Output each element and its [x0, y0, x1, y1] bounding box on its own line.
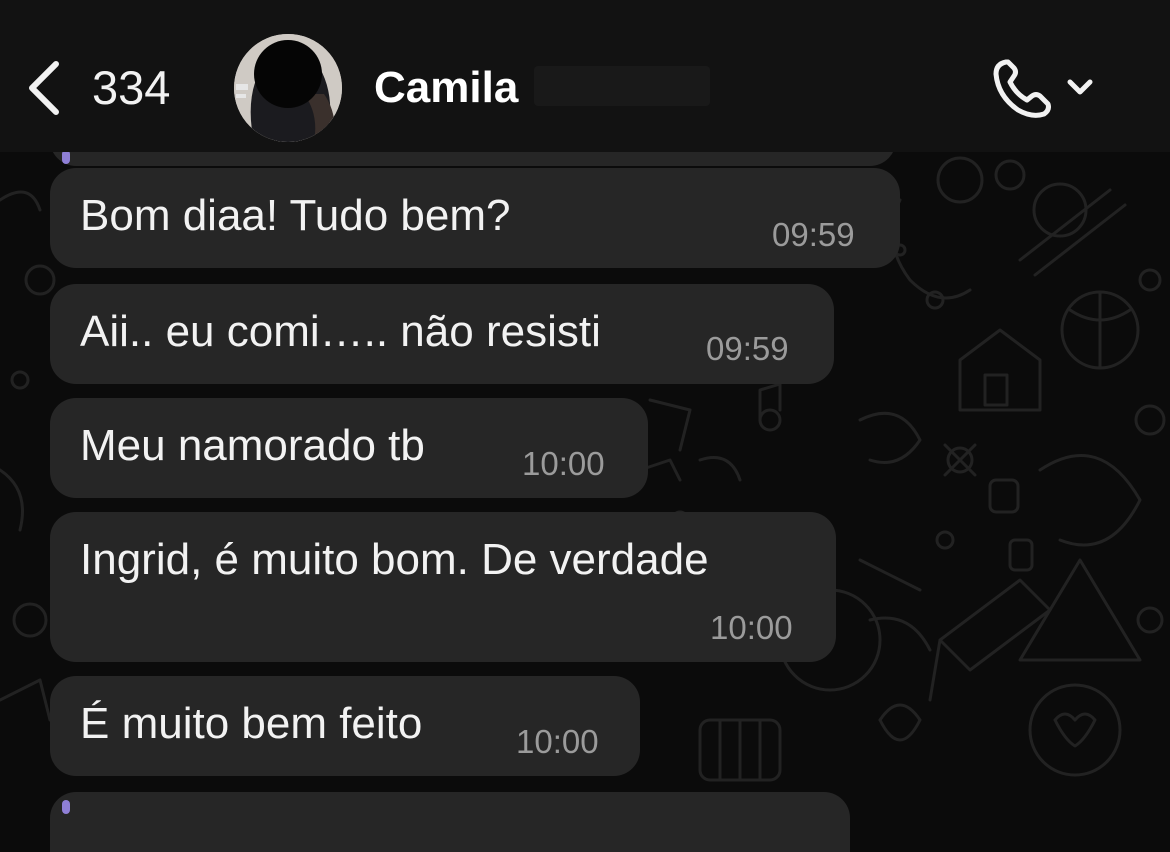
- message-text: É muito bem feito: [80, 699, 423, 748]
- message-bubble[interactable]: Bom diaa! Tudo bem? 09:59: [50, 168, 900, 268]
- message-text: Aii.. eu comi….. não resisti: [80, 307, 601, 356]
- message-text: Bom diaa! Tudo bem?: [80, 191, 511, 240]
- message-bubble[interactable]: Aii.. eu comi….. não resisti 09:59: [50, 284, 834, 384]
- message-time: 09:59: [706, 330, 789, 367]
- phone-icon: [993, 59, 1051, 118]
- contact-name[interactable]: Camila: [374, 62, 518, 114]
- message-text: Ingrid, é muito bom. De verdade: [80, 535, 709, 584]
- reply-accent: [62, 800, 70, 814]
- chevron-down-icon: [1067, 79, 1093, 95]
- message-text: Meu namorado tb: [80, 421, 425, 470]
- message-bubble[interactable]: É muito bem feito 10:00: [50, 676, 640, 776]
- chevron-left-icon: [29, 61, 59, 115]
- message-bubble[interactable]: Meu namorado tb 10:00: [50, 398, 648, 498]
- message-time: 10:00: [522, 445, 605, 482]
- message-time: 09:59: [772, 216, 855, 253]
- message-bubble-partial[interactable]: [50, 792, 850, 852]
- avatar-image: [234, 34, 342, 142]
- unread-count: 334: [92, 61, 171, 114]
- message-time: 10:00: [710, 609, 793, 646]
- message-bubble[interactable]: Ingrid, é muito bom. De verdade 10:00: [50, 512, 836, 662]
- back-button[interactable]: 334: [24, 56, 184, 120]
- redaction-block: [534, 66, 710, 106]
- call-button[interactable]: [992, 56, 1102, 122]
- chat-header: 334 Camila: [0, 0, 1170, 152]
- avatar[interactable]: [234, 34, 342, 142]
- reply-accent: [62, 150, 70, 164]
- message-time: 10:00: [516, 723, 599, 760]
